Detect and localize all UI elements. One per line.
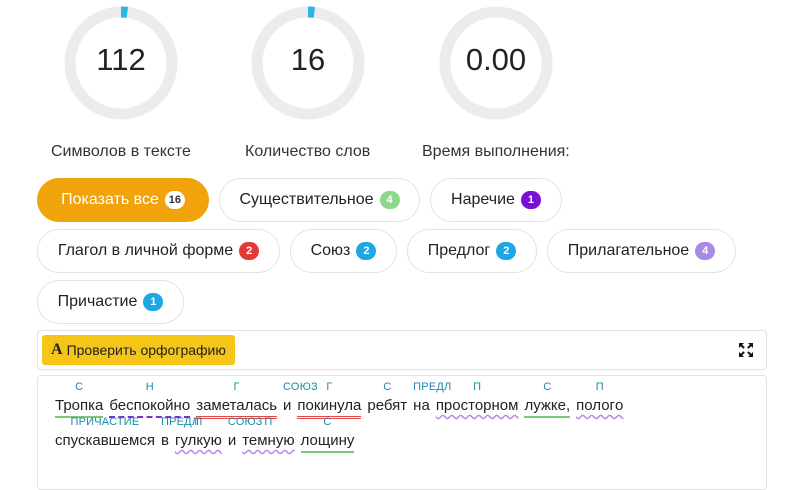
filter-label: Существительное [239, 191, 374, 208]
expand-icon[interactable] [738, 342, 754, 358]
pos-tag: П [264, 416, 273, 428]
text-word: СОЮЗ и [227, 416, 263, 451]
stat-label: Количество слов [245, 143, 371, 160]
count-badge: 4 [379, 191, 400, 209]
text-word: ПРЕДЛ на [413, 381, 451, 416]
text-word: ПРЕДЛ в [160, 416, 199, 451]
word-text: пологo [576, 397, 624, 414]
filter-label: Предлог [427, 242, 491, 259]
pos-tag: С [323, 416, 332, 428]
count-badge: 1 [520, 191, 541, 209]
filter-verb[interactable]: Глагол в личной форме 2 [37, 229, 280, 273]
pos-tag: Г [326, 381, 333, 393]
pos-tag: ПРИЧАСТИЕ [70, 416, 140, 428]
text-line: ПРИЧАСТИЕ спускавшемся ПРЕДЛ в Пгулкую СОЮЗ и П… [55, 416, 360, 453]
stat-value: 16 [290, 42, 326, 77]
text-word: Ппологo [576, 381, 624, 416]
text-word: Пгулкую [174, 416, 222, 451]
spellcheck-button[interactable]: A Проверить орфографию [42, 335, 235, 365]
pos-tag: П [473, 381, 482, 393]
pos-tag: С [75, 381, 84, 393]
stat-characters: 112 [61, 0, 181, 128]
filter-show-all[interactable]: Показать все 16 [37, 178, 209, 222]
filter-label: Союз [310, 242, 351, 259]
filter-label: Причастие [57, 293, 138, 310]
filter-adverb[interactable]: Наречие 1 [430, 178, 562, 222]
filter-noun[interactable]: Существительное 4 [219, 178, 420, 222]
pos-tag: С [383, 381, 392, 393]
word-text: и [227, 432, 237, 449]
filter-label: Прилагательное [567, 242, 690, 259]
font-a-icon: A [51, 341, 63, 358]
word-text: спускавшемся [55, 432, 155, 449]
stats-panel: 112 Символов в тексте 16 Количество слов… [0, 0, 788, 170]
pos-tag: СОЮЗ [227, 416, 263, 428]
word-text: лужке, [524, 397, 571, 414]
word-text: темную [242, 432, 295, 449]
word-text: на [413, 397, 430, 414]
count-badge: 2 [496, 242, 517, 260]
pos-tag: Н [145, 381, 154, 393]
stat-time: 0.00 [436, 0, 556, 128]
text-word: Птемную [242, 416, 295, 451]
pos-tag: ПРЕДЛ [160, 416, 200, 428]
spellcheck-label: Проверить орфографию [66, 342, 226, 358]
pos-tag: С [543, 381, 552, 393]
filter-adjective[interactable]: Прилагательное 4 [547, 229, 736, 273]
text-word: Ппросторном [435, 381, 519, 416]
count-badge: 1 [143, 293, 164, 311]
text-word: Слощину [300, 416, 355, 453]
text-word: Служке, [524, 381, 571, 418]
filter-conjunction[interactable]: Союз 2 [290, 229, 397, 273]
text-word: ПРИЧАСТИЕ спускавшемся [55, 416, 155, 451]
filter-preposition[interactable]: Предлог 2 [407, 229, 537, 273]
count-badge: 2 [239, 242, 260, 260]
word-text: просторном [435, 397, 519, 414]
stat-words: 16 [248, 0, 368, 128]
stat-label: Время выполнения: [422, 143, 570, 160]
text-word: Сребят [367, 381, 408, 416]
count-badge: 4 [695, 242, 716, 260]
word-text: лощину [300, 432, 355, 449]
count-badge: 16 [164, 191, 185, 209]
filter-label: Наречие [451, 191, 515, 208]
stat-value: 112 [96, 42, 146, 77]
pos-tag: СОЮЗ [283, 381, 318, 393]
word-text: в [160, 432, 169, 449]
stat-label: Символов в тексте [51, 143, 191, 160]
filter-label: Глагол в личной форме [57, 242, 234, 259]
pos-tag: П [194, 416, 203, 428]
word-text: гулкую [174, 432, 222, 449]
pos-tag: П [595, 381, 604, 393]
count-badge: 2 [356, 242, 377, 260]
stat-value: 0.00 [465, 42, 527, 77]
word-text: ребят [367, 397, 408, 414]
analyzed-text[interactable]: С Тропка Нбеспокойно Гзаметалась СОЮЗ и Гпокин… [37, 375, 767, 490]
editor-toolbar: A Проверить орфографию [37, 330, 767, 370]
pos-tag: Г [233, 381, 240, 393]
pos-tag: ПРЕДЛ [413, 381, 452, 393]
filter-participle[interactable]: Причастие 1 [37, 280, 184, 324]
filter-label: Показать все [61, 191, 159, 208]
